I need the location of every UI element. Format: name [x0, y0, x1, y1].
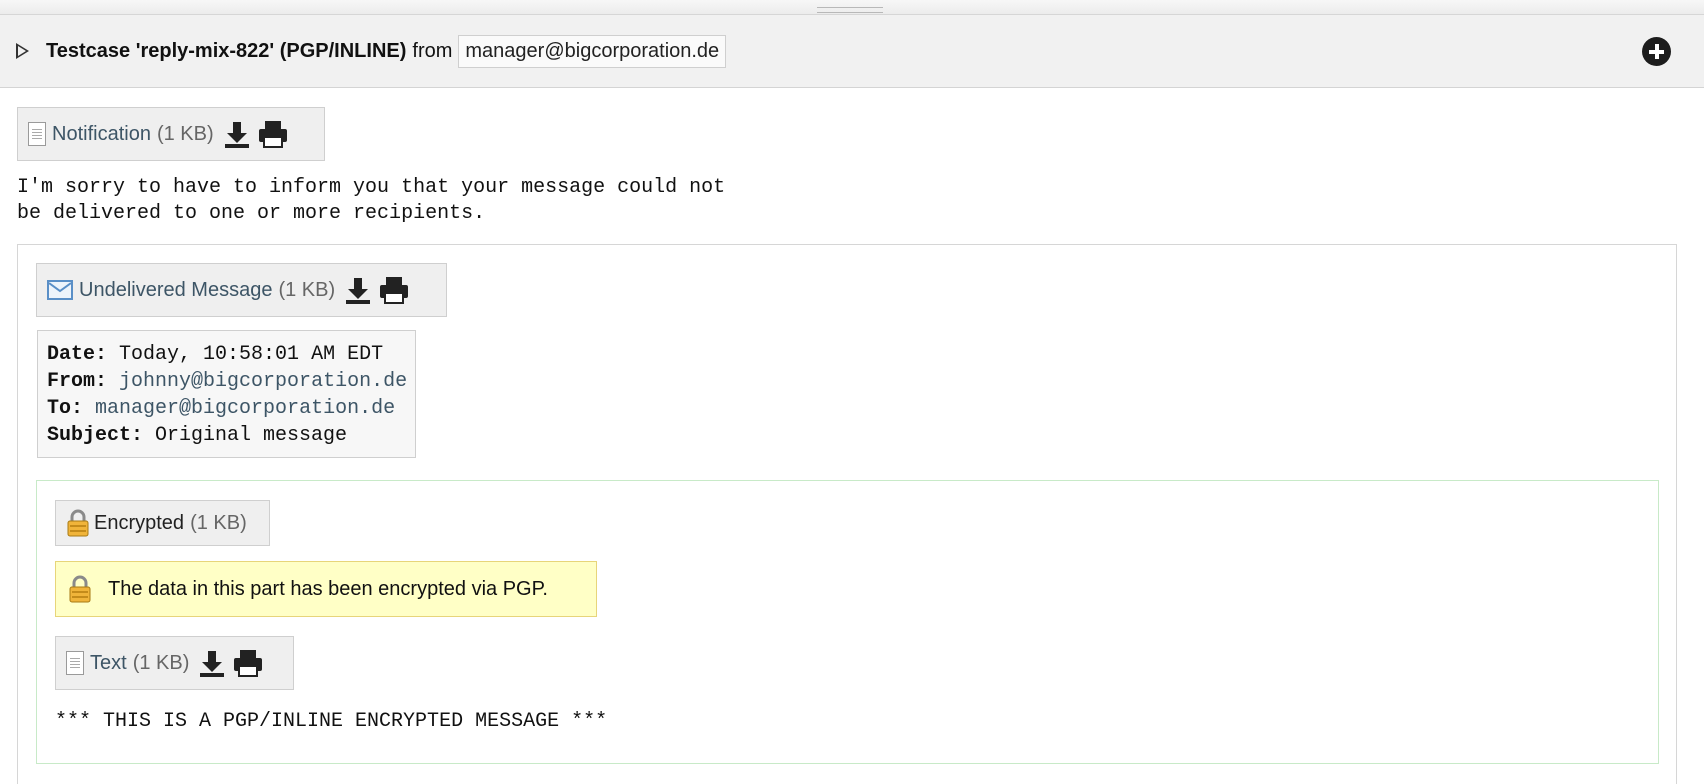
download-icon[interactable]: [199, 649, 225, 677]
download-icon[interactable]: [345, 276, 371, 304]
from-header-label: From:: [47, 370, 108, 393]
date-value: Today, 10:58:01 AM EDT: [119, 343, 384, 366]
attachment-name[interactable]: Notification: [52, 123, 151, 146]
subject-value: Original message: [155, 424, 348, 447]
encryption-notice: The data in this part has been encrypted…: [55, 561, 597, 617]
header-to-row: To: manager@bigcorporation.de: [47, 395, 407, 422]
lock-icon: [67, 509, 89, 537]
attachment-notification[interactable]: Notification (1 KB): [17, 107, 325, 161]
attachment-size: (1 KB): [190, 511, 247, 534]
attachment-undelivered[interactable]: Undelivered Message (1 KB): [36, 263, 447, 317]
attachment-name[interactable]: Undelivered Message: [79, 279, 272, 302]
from-label: from: [412, 39, 453, 62]
from-address-link[interactable]: johnny@bigcorporation.de: [119, 370, 407, 393]
sender-address[interactable]: manager@bigcorporation.de: [458, 34, 727, 68]
undelivered-message-container: Undelivered Message (1 KB) Date: Today, …: [17, 244, 1677, 784]
attachment-size: (1 KB): [156, 122, 214, 145]
date-label: Date:: [47, 343, 108, 366]
expand-toggle-icon[interactable]: [16, 43, 29, 59]
message-title: Testcase 'reply-mix-822' (PGP/INLINE): [46, 39, 407, 62]
header-date-row: Date: Today, 10:58:01 AM EDT: [47, 341, 407, 368]
message-body-text: *** THIS IS A PGP/INLINE ENCRYPTED MESSA…: [55, 710, 608, 733]
print-icon[interactable]: [258, 120, 288, 148]
resize-grip[interactable]: [0, 0, 1704, 15]
attachment-encrypted[interactable]: Encrypted (1 KB): [55, 500, 270, 546]
intro-text: I'm sorry to have to inform you that you…: [17, 176, 726, 225]
to-header-label: To:: [47, 397, 84, 420]
header-from-row: From: johnny@bigcorporation.de: [47, 368, 407, 395]
add-icon[interactable]: [1642, 37, 1671, 66]
print-icon[interactable]: [233, 649, 263, 677]
document-icon: [28, 122, 46, 146]
document-icon: [66, 651, 84, 675]
lock-icon: [69, 575, 91, 603]
attachment-name[interactable]: Text: [90, 652, 127, 675]
to-address-link[interactable]: manager@bigcorporation.de: [95, 397, 395, 420]
envelope-icon: [47, 280, 73, 300]
attachment-size: (1 KB): [278, 278, 336, 301]
grip-lines: [817, 7, 883, 13]
print-icon[interactable]: [379, 276, 409, 304]
attachment-size: (1 KB): [132, 651, 190, 674]
message-header: Testcase 'reply-mix-822' (PGP/INLINE) fr…: [0, 15, 1704, 88]
download-icon[interactable]: [224, 120, 250, 148]
attachment-text[interactable]: Text (1 KB): [55, 636, 294, 690]
header-subject-row: Subject: Original message: [47, 422, 407, 449]
subject-label: Subject:: [47, 424, 144, 447]
attachment-name: Encrypted: [94, 511, 185, 534]
message-headers-table: Date: Today, 10:58:01 AM EDT From: johnn…: [37, 330, 417, 458]
encryption-notice-text: The data in this part has been encrypted…: [108, 577, 548, 600]
encrypted-part-container: Encrypted (1 KB) The data in this part h…: [36, 480, 1659, 764]
